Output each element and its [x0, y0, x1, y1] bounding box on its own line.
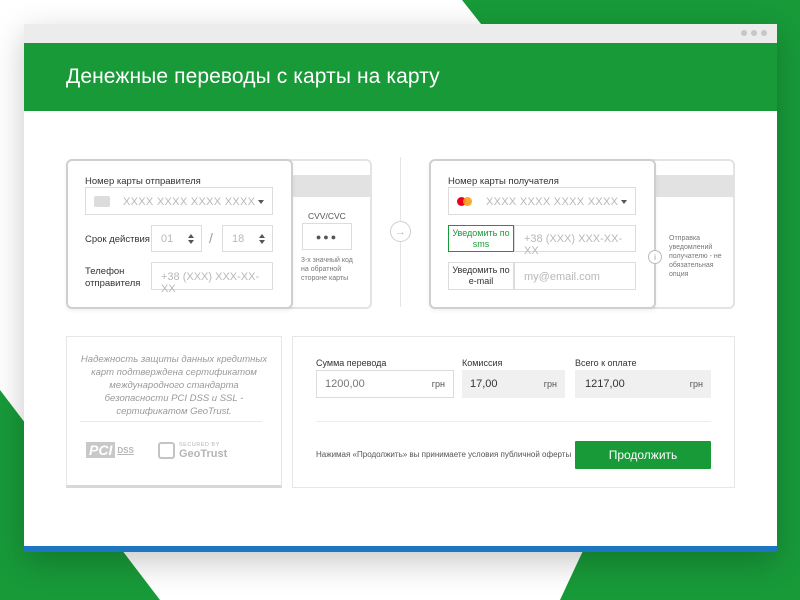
stepper-down-icon[interactable] — [259, 240, 265, 244]
recipient-card-placeholder: XXXX XXXX XXXX XXXX — [486, 196, 619, 208]
arrow-right-icon: → — [390, 221, 411, 242]
expiry-year-stepper[interactable]: 18 — [222, 225, 273, 252]
expiry-separator: / — [209, 230, 213, 246]
currency-label: грн — [543, 379, 557, 389]
magnetic-stripe — [656, 175, 733, 197]
sender-card-select[interactable]: XXXX XXXX XXXX XXXX — [85, 187, 273, 215]
recipient-email-input[interactable]: my@email.com — [514, 262, 636, 290]
commission-label: Комиссия — [462, 358, 503, 368]
chevron-down-icon — [621, 200, 627, 204]
mastercard-icon-circle — [463, 197, 472, 206]
amount-label: Сумма перевода — [316, 358, 387, 368]
expiry-month-stepper[interactable]: 01 — [151, 225, 202, 252]
stepper-up-icon[interactable] — [188, 234, 194, 238]
recipient-phone-input[interactable]: +38 (XXX) XXX-XX-XX — [514, 225, 636, 257]
window-dot[interactable] — [761, 30, 767, 36]
window-controls — [741, 30, 767, 36]
window-dot[interactable] — [751, 30, 757, 36]
recipient-phone-placeholder: +38 (XXX) XXX-XX-XX — [524, 233, 623, 257]
divider — [316, 421, 711, 422]
chevron-down-icon — [258, 200, 264, 204]
recipient-card-select[interactable]: XXXX XXXX XXXX XXXX — [448, 187, 636, 215]
stepper-up-icon[interactable] — [259, 234, 265, 238]
expiry-month-value: 01 — [161, 233, 174, 245]
dss-label: DSS — [117, 445, 134, 455]
expiry-label: Срок действия — [85, 234, 150, 245]
commission-value: 17,00 — [470, 378, 498, 390]
cvv-hint: 3-х значный код на обратной стороне карт… — [301, 257, 353, 282]
total-field: 1217,00 грн — [575, 370, 711, 398]
page-title: Денежные переводы с карты на карту — [66, 65, 440, 88]
notify-sms-button[interactable]: Уведомить по sms — [448, 225, 514, 252]
currency-label: грн — [689, 379, 703, 389]
pci-dss-logo: PCI DSS — [86, 442, 134, 458]
stepper-down-icon[interactable] — [188, 240, 194, 244]
page-header: Денежные переводы с карты на карту — [24, 43, 777, 111]
sender-phone-input[interactable]: +38 (XXX) XXX-XX-XX — [151, 262, 273, 295]
divider — [80, 421, 262, 422]
magnetic-stripe — [290, 175, 370, 197]
continue-button[interactable]: Продолжить — [575, 441, 711, 469]
sender-card-placeholder: XXXX XXXX XXXX XXXX — [123, 196, 256, 208]
sender-card-label: Номер карты отправителя — [85, 176, 201, 187]
sender-phone-placeholder: +38 (XXX) XXX-XX-XX — [161, 271, 260, 295]
total-label: Всего к оплате — [575, 358, 637, 368]
pci-logo-mark: PCI — [86, 442, 116, 458]
expiry-year-value: 18 — [232, 233, 245, 245]
cvv-label: CVV/CVC — [308, 211, 346, 221]
recipient-card-label: Номер карты получателя — [448, 176, 559, 187]
recipient-email-placeholder: my@email.com — [524, 271, 600, 283]
notify-email-button[interactable]: Уведомить по e-mail — [448, 262, 514, 290]
card-icon — [94, 196, 110, 207]
info-icon[interactable]: i — [648, 250, 662, 264]
commission-field: 17,00 грн — [462, 370, 565, 398]
amount-input[interactable]: 1200,00 грн — [316, 370, 454, 398]
window-titlebar — [24, 24, 777, 43]
terms-text: Нажимая «Продолжить» вы принимаете услов… — [316, 450, 572, 459]
window-dot[interactable] — [741, 30, 747, 36]
geotrust-logo: SECURED BY GeoTrust — [158, 441, 228, 460]
amount-value: 1200,00 — [325, 378, 365, 390]
total-value: 1217,00 — [585, 378, 625, 390]
bottom-accent-bar — [24, 546, 777, 552]
currency-label: грн — [431, 379, 445, 389]
sender-phone-label: Телефон отправителя — [85, 266, 141, 289]
browser-window: Денежные переводы с карты на карту CVV/C… — [24, 24, 777, 552]
geotrust-name: GeoTrust — [179, 448, 228, 460]
cvv-input[interactable]: ●●● — [302, 223, 352, 250]
security-text: Надежность защиты данных кредитных карт … — [80, 354, 268, 417]
notify-info-text: Отправка уведомлений получателю - не обя… — [669, 235, 722, 278]
geotrust-shield-icon — [158, 441, 175, 459]
